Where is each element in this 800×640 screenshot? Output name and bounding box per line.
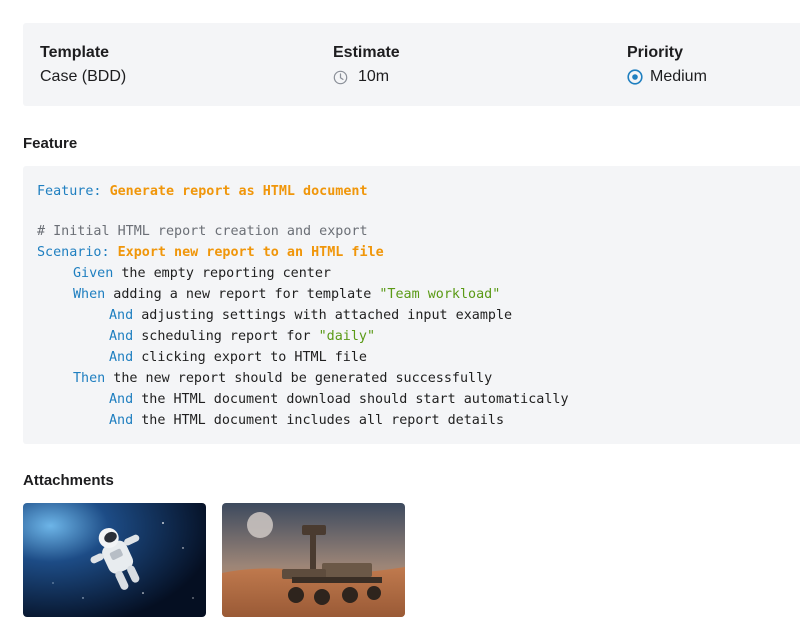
code-line: And scheduling report for "daily" (109, 329, 376, 344)
code-line: Feature: Generate report as HTML documen… (37, 184, 368, 199)
feature-section-title: Feature (23, 135, 78, 152)
mars-rover-image[interactable] (222, 503, 405, 617)
priority-label: Priority (627, 44, 684, 61)
case-summary-panel: Template Case (BDD) Estimate 10m Priorit… (23, 23, 800, 106)
clock-icon (333, 70, 348, 84)
template-label: Template (40, 44, 110, 61)
feature-code-block: Feature: Generate report as HTML documen… (23, 166, 800, 444)
priority-field: Priority Medium (627, 43, 707, 87)
mars-rover-image-graphic (222, 503, 405, 617)
code-line: Then the new report should be generated … (73, 371, 493, 386)
estimate-value: 10m (333, 67, 400, 87)
attachments-section-title: Attachments (23, 472, 114, 489)
astronaut-image-graphic (23, 503, 206, 617)
template-field: Template Case (BDD) (40, 43, 126, 87)
code-line: Scenario: Export new report to an HTML f… (37, 245, 384, 260)
template-value: Case (BDD) (40, 68, 127, 85)
code-line: And adjusting settings with attached inp… (109, 308, 513, 323)
code-line: And clicking export to HTML file (109, 350, 367, 365)
code-line: When adding a new report for template "T… (73, 287, 501, 302)
code-line: And the HTML document includes all repor… (109, 413, 505, 428)
estimate-field: Estimate 10m (333, 43, 400, 87)
estimate-label: Estimate (333, 44, 400, 61)
code-line: Given the empty reporting center (73, 266, 331, 281)
code-line: And the HTML document download should st… (109, 392, 569, 407)
code-line: # Initial HTML report creation and expor… (37, 224, 368, 239)
priority-value: Medium (627, 67, 707, 87)
astronaut-image[interactable] (23, 503, 206, 617)
priority-target-icon (627, 69, 643, 85)
